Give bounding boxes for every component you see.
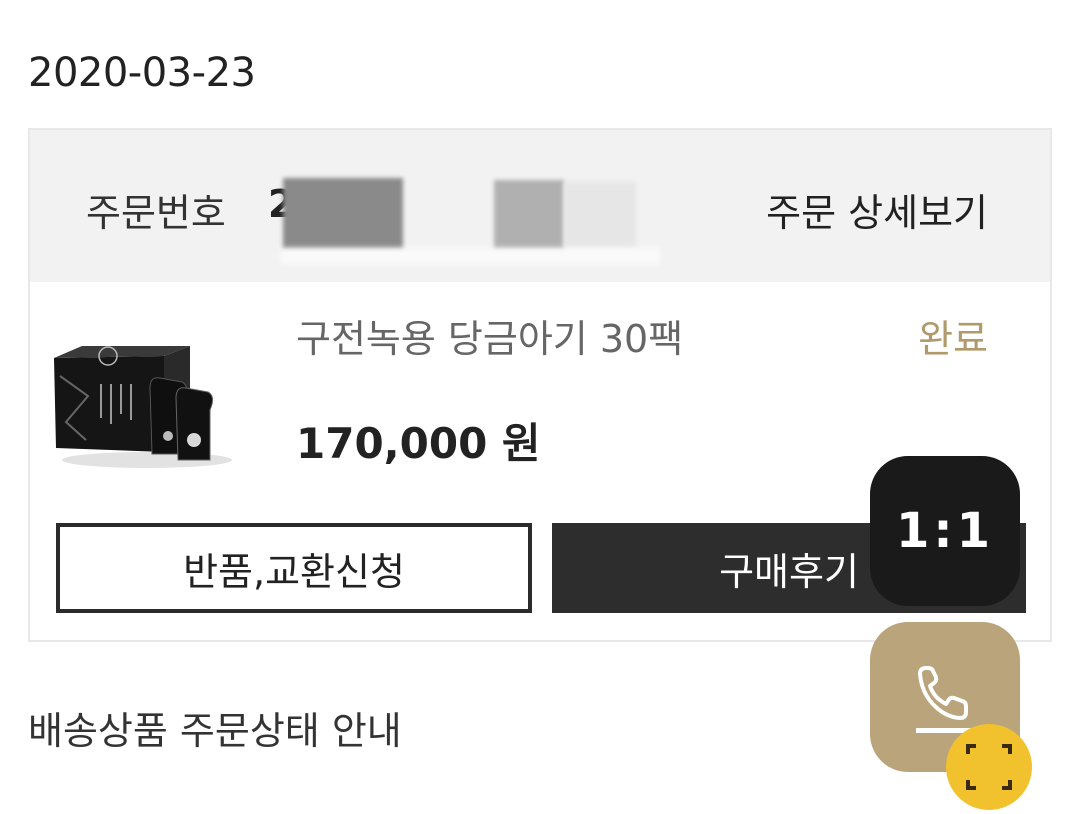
redaction-block xyxy=(564,182,636,248)
product-box-icon[interactable] xyxy=(52,336,237,470)
redaction-block xyxy=(283,178,403,250)
redaction-smear xyxy=(280,248,660,264)
redaction-block xyxy=(494,180,564,250)
order-number-label: 주문번호 xyxy=(86,191,226,235)
scan-icon[interactable] xyxy=(946,724,1032,810)
order-header: 주문번호 2 주문 상세보기 xyxy=(30,130,1050,282)
product-name[interactable]: 구전녹용 당금아기 30팩 xyxy=(296,308,683,363)
product-price: 170,000 원 xyxy=(296,419,541,468)
one-on-one-chat-button[interactable]: 1:1 xyxy=(870,456,1020,606)
order-detail-link[interactable]: 주문 상세보기 xyxy=(766,182,988,237)
order-date: 2020-03-23 xyxy=(28,50,256,96)
order-status-badge: 완료 xyxy=(918,317,988,361)
delivery-status-guide-title[interactable]: 배송상품 주문상태 안내 xyxy=(28,700,402,755)
return-exchange-button[interactable]: 반품,교환신청 xyxy=(56,523,532,613)
